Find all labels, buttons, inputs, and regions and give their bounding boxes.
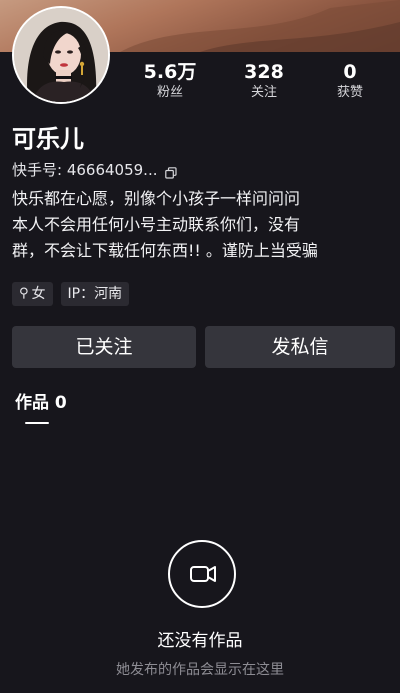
tab-works[interactable]: 作品 0 [15,391,67,415]
gender-tag: ⚲ 女 [12,282,53,306]
stat-label: 关注 [250,85,277,100]
female-icon: ⚲ [19,286,29,301]
empty-state-icon-ring [168,540,236,608]
profile-bio: 快乐都在心愿，别像个小孩子一样问问问 本人不会用任何小号主动联系你们，没有 群，… [12,186,392,264]
stat-fans[interactable]: 5.6万 粉丝 [130,60,210,102]
ip-location-tag: IP：河南 [60,282,130,306]
avatar-portrait [14,8,108,102]
active-tab-indicator [25,422,49,424]
copy-icon[interactable] [165,164,178,179]
user-id-row[interactable]: 快手号: 46664059... [12,160,178,180]
stat-label: 粉丝 [156,85,183,100]
gender-label: 女 [31,286,46,302]
profile-tags: ⚲ 女 IP：河南 [12,282,130,306]
stat-value: 328 [244,61,284,83]
empty-state-title: 还没有作品 [157,631,243,651]
stat-value: 5.6万 [143,61,197,83]
stat-likes[interactable]: 0 获赞 [310,60,390,102]
bio-line: 本人不会用任何小号主动联系你们，没有 [12,215,301,234]
ip-location-label: IP：河南 [67,286,123,302]
send-message-button[interactable]: 发私信 [205,326,395,368]
stat-value: 0 [343,61,357,83]
video-camera-icon [190,566,216,582]
profile-name: 可乐儿 [12,125,84,153]
avatar[interactable] [12,6,110,104]
stat-label: 获赞 [336,85,363,100]
followed-button[interactable]: 已关注 [12,326,196,368]
stat-following[interactable]: 328 关注 [224,60,304,102]
stats-row: 5.6万 粉丝 328 关注 0 获赞 [130,60,400,104]
bio-line: 群，不会让下载任何东西!! 。谨防上当受骗 [12,241,318,260]
bio-line: 快乐都在心愿，别像个小孩子一样问问问 [12,189,301,208]
empty-state-subtitle: 她发布的作品会显示在这里 [116,662,284,678]
profile-page: 5.6万 粉丝 328 关注 0 获赞 可乐儿 快手号: 46664059...… [0,0,400,693]
user-id: 快手号: 46664059... [12,161,158,179]
